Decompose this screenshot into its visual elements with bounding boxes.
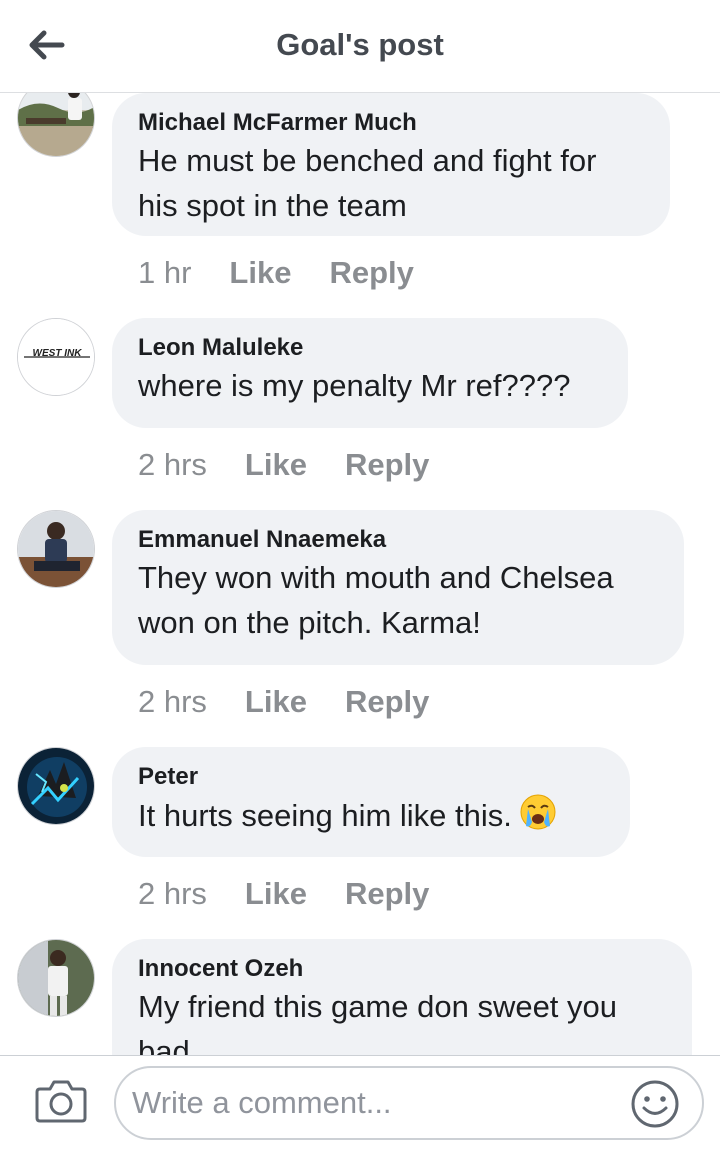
comment-text: It hurts seeing him like this. [138,792,604,844]
comments-list: Michael McFarmer Much He must be benched… [0,93,720,1055]
like-button[interactable]: Like [245,447,307,483]
like-button[interactable]: Like [245,684,307,720]
avatar[interactable] [17,939,95,1017]
avatar[interactable] [17,93,95,157]
comment-author[interactable]: Peter [138,763,604,791]
comment-text: They won with mouth and Chelsea won on t… [138,560,614,640]
emoji-button[interactable] [630,1079,680,1129]
page-title: Goal's post [276,27,444,62]
comment-time[interactable]: 2 hrs [138,447,207,483]
crying-face-icon [518,792,558,844]
smiley-icon [631,1080,679,1128]
comment-text: where is my penalty Mr ref???? [138,368,571,403]
comment-time[interactable]: 2 hrs [138,876,207,912]
comment-author[interactable]: Leon Maluleke [138,334,602,362]
reply-button[interactable]: Reply [345,447,429,483]
camera-button[interactable] [34,1077,88,1125]
comment-text: My friend this game don sweet you bad [138,989,618,1055]
reply-button[interactable]: Reply [345,876,429,912]
top-bar: Goal's post [0,0,720,93]
comment-text-content: It hurts seeing him like this. [138,798,512,833]
reply-button[interactable]: Reply [329,255,413,291]
comment-author[interactable]: Innocent Ozeh [138,955,666,983]
comment-bubble: Leon Maluleke where is my penalty Mr ref… [112,318,628,428]
comment-actions: 2 hrs Like Reply [138,684,429,720]
like-button[interactable]: Like [229,255,291,291]
comment-bubble: Emmanuel Nnaemeka They won with mouth an… [112,510,684,665]
like-button[interactable]: Like [245,876,307,912]
avatar-logo-text: WEST INK [33,348,83,359]
avatar[interactable] [17,510,95,588]
comment-input[interactable] [114,1066,704,1140]
comment-text: He must be benched and fight for his spo… [138,143,597,223]
comment-bubble: Innocent Ozeh My friend this game don sw… [112,939,692,1055]
comment-actions: 1 hr Like Reply [138,255,414,291]
comment-time[interactable]: 2 hrs [138,684,207,720]
comment-composer [0,1055,720,1150]
comment-author[interactable]: Michael McFarmer Much [138,109,644,137]
avatar[interactable]: WEST INK [17,318,95,396]
comment-actions: 2 hrs Like Reply [138,447,429,483]
reply-button[interactable]: Reply [345,684,429,720]
camera-icon [35,1080,87,1123]
comment-bubble: Peter It hurts seeing him like this. [112,747,630,857]
comment-author[interactable]: Emmanuel Nnaemeka [138,526,658,554]
comment-time[interactable]: 1 hr [138,255,191,291]
comment-actions: 2 hrs Like Reply [138,876,429,912]
comment-bubble: Michael McFarmer Much He must be benched… [112,93,670,236]
avatar[interactable] [17,747,95,825]
